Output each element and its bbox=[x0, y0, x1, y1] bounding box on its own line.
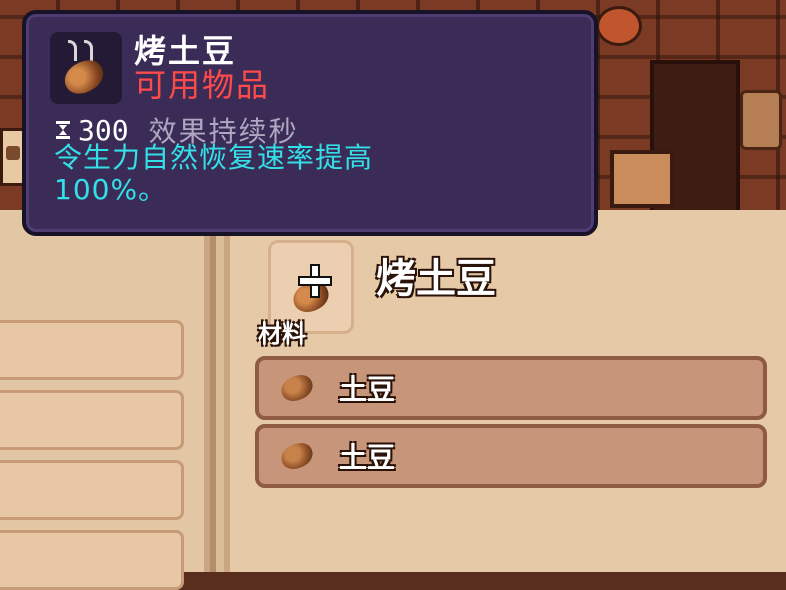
materials-heading: 材料 bbox=[258, 320, 306, 348]
material-row[interactable]: 土豆 bbox=[255, 424, 767, 488]
recipe-list-item[interactable] bbox=[0, 460, 184, 520]
background-sign bbox=[596, 6, 642, 46]
description-line: 100%。 bbox=[54, 173, 168, 206]
tooltip-description: 令生力自然恢复速率提高 100%。 bbox=[54, 142, 594, 206]
background-window bbox=[610, 150, 674, 208]
background-barrel bbox=[740, 90, 782, 150]
description-line: 令生力自然恢复速率提高 bbox=[54, 141, 374, 174]
item-tooltip: 烤土豆 可用物品 300 效果持续秒 令生力自然恢复速率提高 100%。 bbox=[22, 10, 598, 236]
recipe-list-panel bbox=[0, 210, 204, 590]
tooltip-item-slot bbox=[50, 32, 122, 104]
recipe-list-item[interactable] bbox=[0, 390, 184, 450]
recipe-title: 烤土豆 bbox=[376, 256, 496, 302]
steam-icon bbox=[84, 40, 93, 61]
panel-divider bbox=[204, 210, 230, 572]
steam-icon bbox=[68, 40, 77, 61]
material-row[interactable]: 土豆 bbox=[255, 356, 767, 420]
crosshair-cursor-icon bbox=[300, 266, 330, 296]
hourglass-icon bbox=[56, 121, 70, 139]
potato-icon bbox=[281, 376, 313, 400]
recipe-list-item[interactable] bbox=[0, 530, 184, 590]
material-name: 土豆 bbox=[339, 373, 396, 406]
baked-potato-icon bbox=[59, 54, 109, 100]
left-tab-icon bbox=[6, 146, 20, 160]
recipe-list-item[interactable] bbox=[0, 320, 184, 380]
potato-icon bbox=[281, 444, 313, 468]
material-name: 土豆 bbox=[339, 441, 396, 474]
tooltip-item-type: 可用物品 bbox=[134, 66, 271, 104]
